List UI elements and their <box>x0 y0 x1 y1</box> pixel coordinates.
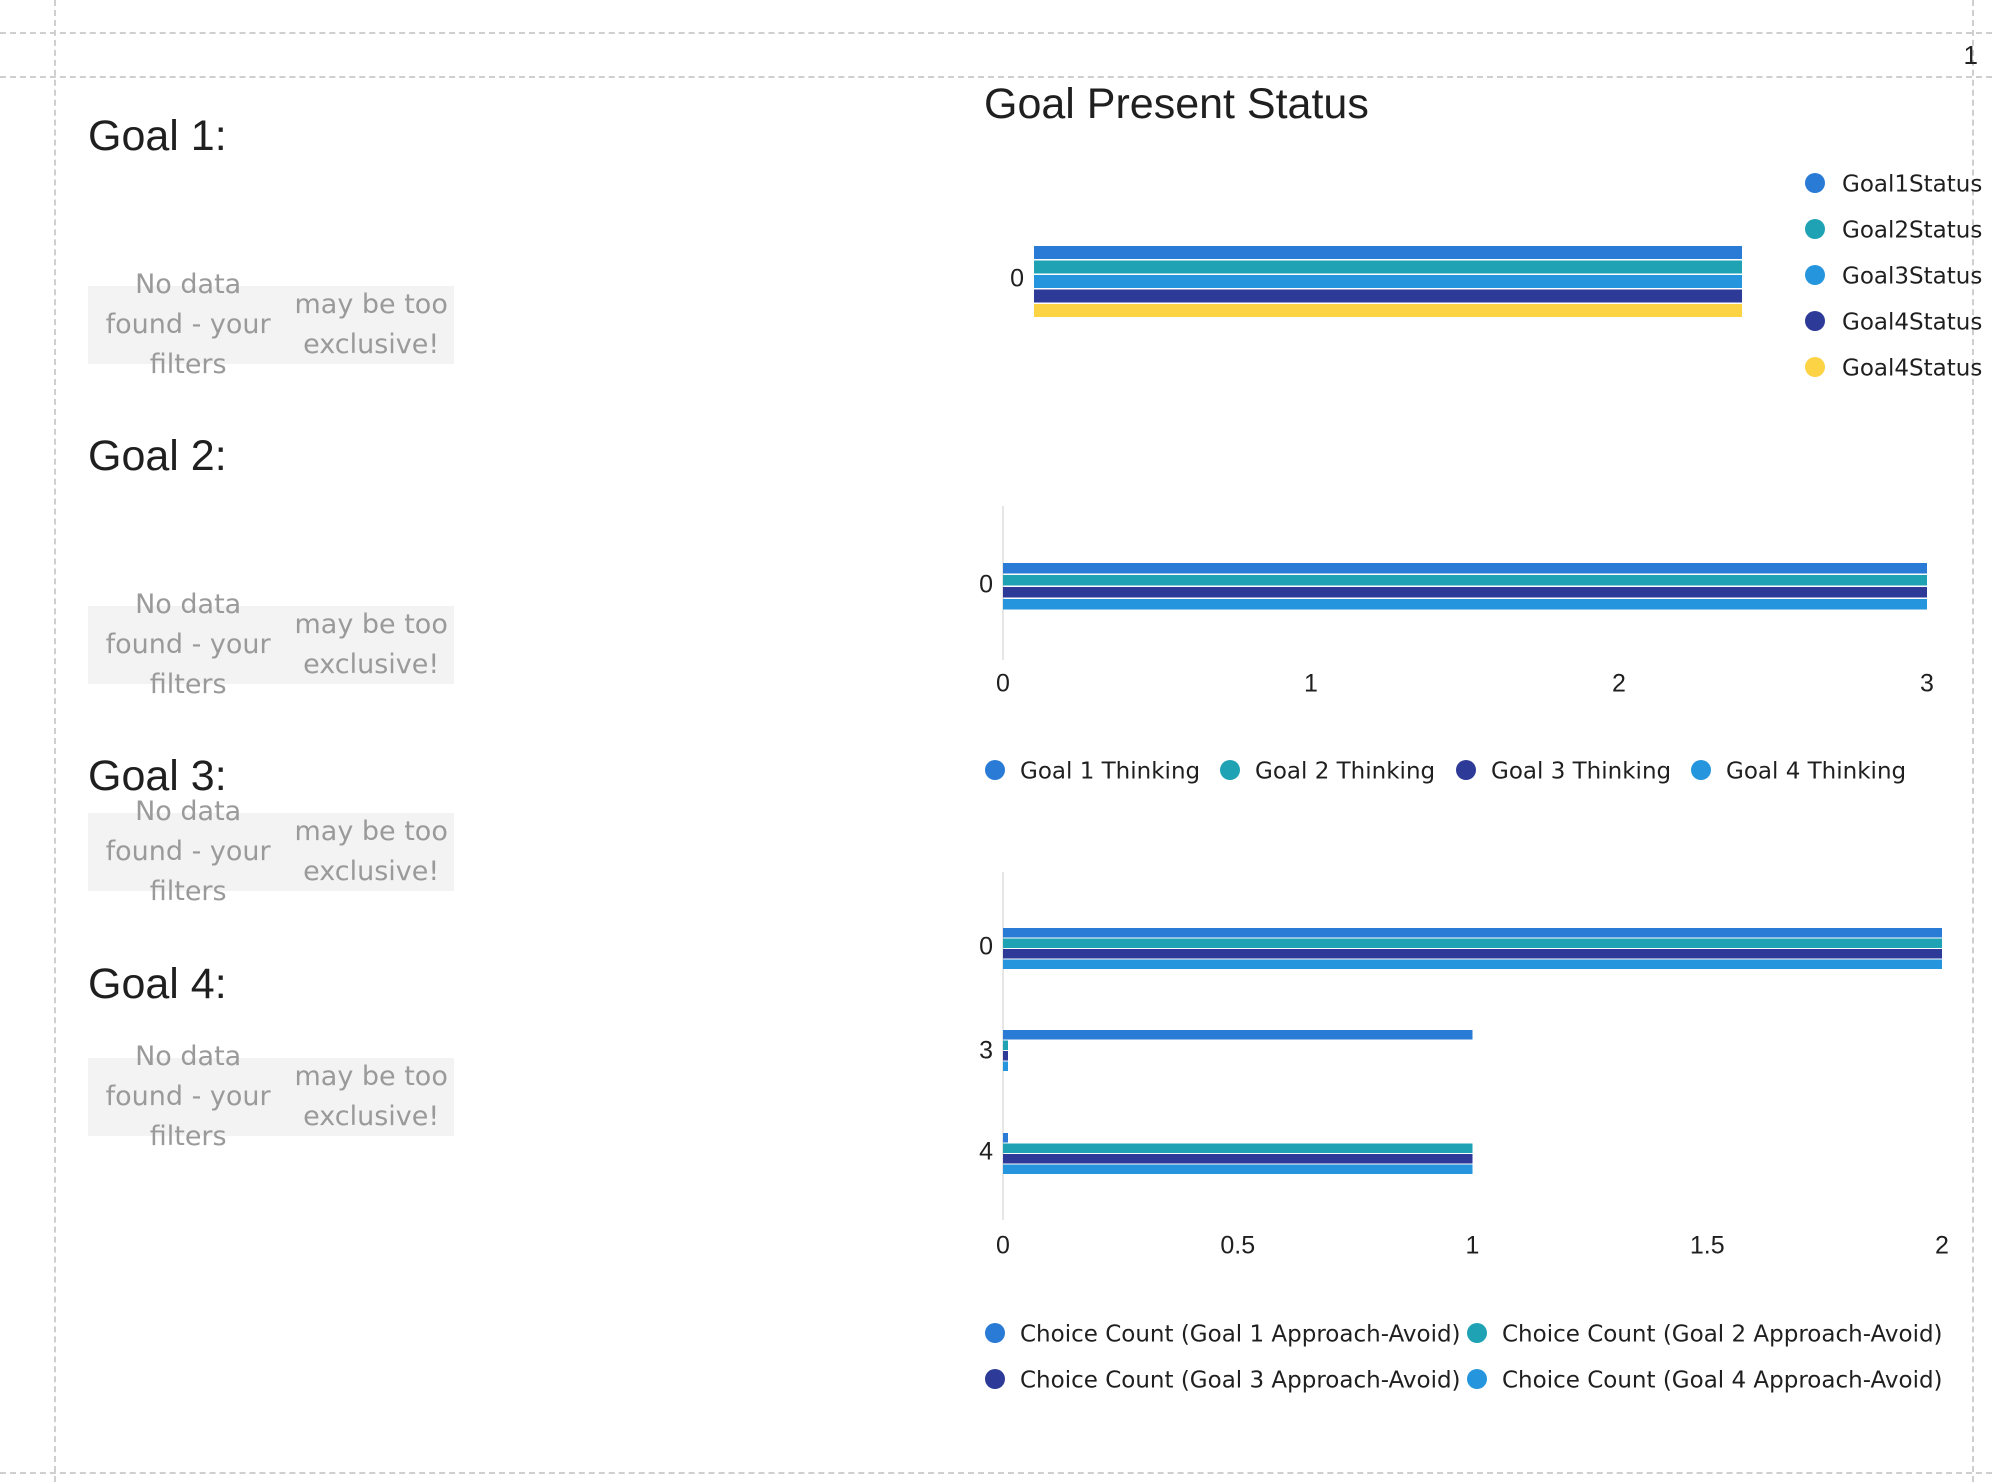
chart-1-legend-label: Goal4Status <box>1842 356 1982 382</box>
chart-1-legend-marker <box>1805 173 1825 193</box>
chart-3-x-tick-label: 1 <box>1466 1232 1480 1260</box>
chart-3-legend-label: Choice Count (Goal 2 Approach-Avoid) <box>1502 1322 1943 1348</box>
chart-2-bar <box>1003 599 1927 610</box>
chart-3-bar <box>1003 938 1942 948</box>
chart-2-legend-marker <box>1220 760 1240 780</box>
chart-3-bar <box>1003 959 1942 969</box>
chart-3-legend-marker <box>1467 1323 1487 1343</box>
chart-1-legend-label: Goal4Status <box>1842 310 1982 336</box>
chart-1-legend-marker <box>1805 219 1825 239</box>
chart-2-legend-label: Goal 1 Thinking <box>1020 759 1200 785</box>
chart-2-category-label: 0 <box>979 571 993 599</box>
chart-2-x-tick-label: 1 <box>1304 670 1318 698</box>
chart-1-bar <box>1034 260 1742 274</box>
chart-1-legend-marker <box>1805 265 1825 285</box>
chart-3-bar <box>1003 1051 1008 1061</box>
chart-3-bar <box>1003 1030 1473 1040</box>
chart-2-legend-label: Goal 2 Thinking <box>1255 759 1435 785</box>
chart-3-category-label: 0 <box>979 933 993 961</box>
chart-3-legend-marker <box>985 1369 1005 1389</box>
chart-3-bar <box>1003 949 1942 959</box>
chart-3-x-tick-label: 0 <box>996 1232 1010 1260</box>
chart-2-bar <box>1003 563 1927 574</box>
chart-3-x-tick-label: 0.5 <box>1220 1232 1255 1260</box>
chart-3-category-label: 4 <box>979 1138 993 1166</box>
chart-3-bar <box>1003 1061 1008 1071</box>
chart-3-bar <box>1003 928 1942 938</box>
chart-3-legend-label: Choice Count (Goal 4 Approach-Avoid) <box>1502 1368 1943 1394</box>
chart-3-legend-marker <box>985 1323 1005 1343</box>
chart-2-x-tick-label: 3 <box>1920 670 1934 698</box>
chart-1-legend-label: Goal3Status <box>1842 264 1982 290</box>
chart-1-legend-label: Goal1Status <box>1842 172 1982 198</box>
chart-2-legend-marker <box>1456 760 1476 780</box>
chart-3-legend-label: Choice Count (Goal 1 Approach-Avoid) <box>1020 1322 1461 1348</box>
charts-canvas: 0 Goal1Status Goal2Status Goal3Status Goal4S… <box>979 172 1982 1394</box>
chart-1-legend-marker <box>1805 357 1825 377</box>
chart-1-bar <box>1034 304 1742 317</box>
chart-3-legend-label: Choice Count (Goal 3 Approach-Avoid) <box>1020 1368 1461 1394</box>
chart-3-bar <box>1003 1133 1008 1143</box>
chart-1-legend-marker <box>1805 311 1825 331</box>
chart-1-bar <box>1034 275 1742 288</box>
chart-2-bar <box>1003 587 1927 598</box>
chart-1-bar <box>1034 289 1742 303</box>
chart-3-x-tick-label: 2 <box>1935 1232 1949 1260</box>
chart-3-bar <box>1003 1143 1473 1153</box>
chart-3-legend-marker <box>1467 1369 1487 1389</box>
chart-1-legend-label: Goal2Status <box>1842 218 1982 244</box>
chart-3-bar <box>1003 1040 1008 1050</box>
chart-3-bar <box>1003 1164 1473 1174</box>
chart-2-legend-marker <box>1691 760 1711 780</box>
chart-2-legend-marker <box>985 760 1005 780</box>
chart-3-bar <box>1003 1154 1473 1164</box>
chart-3-x-tick-label: 1.5 <box>1690 1232 1725 1260</box>
chart-2-x-tick-label: 2 <box>1612 670 1626 698</box>
chart-1-category-label: 0 <box>1010 265 1024 293</box>
chart-2-bar <box>1003 575 1927 586</box>
chart-3-category-label: 3 <box>979 1037 993 1065</box>
chart-1-bar <box>1034 246 1742 259</box>
chart-2-legend-label: Goal 3 Thinking <box>1491 759 1671 785</box>
chart-2-x-tick-label: 0 <box>996 670 1010 698</box>
chart-2-legend-label: Goal 4 Thinking <box>1726 759 1906 785</box>
